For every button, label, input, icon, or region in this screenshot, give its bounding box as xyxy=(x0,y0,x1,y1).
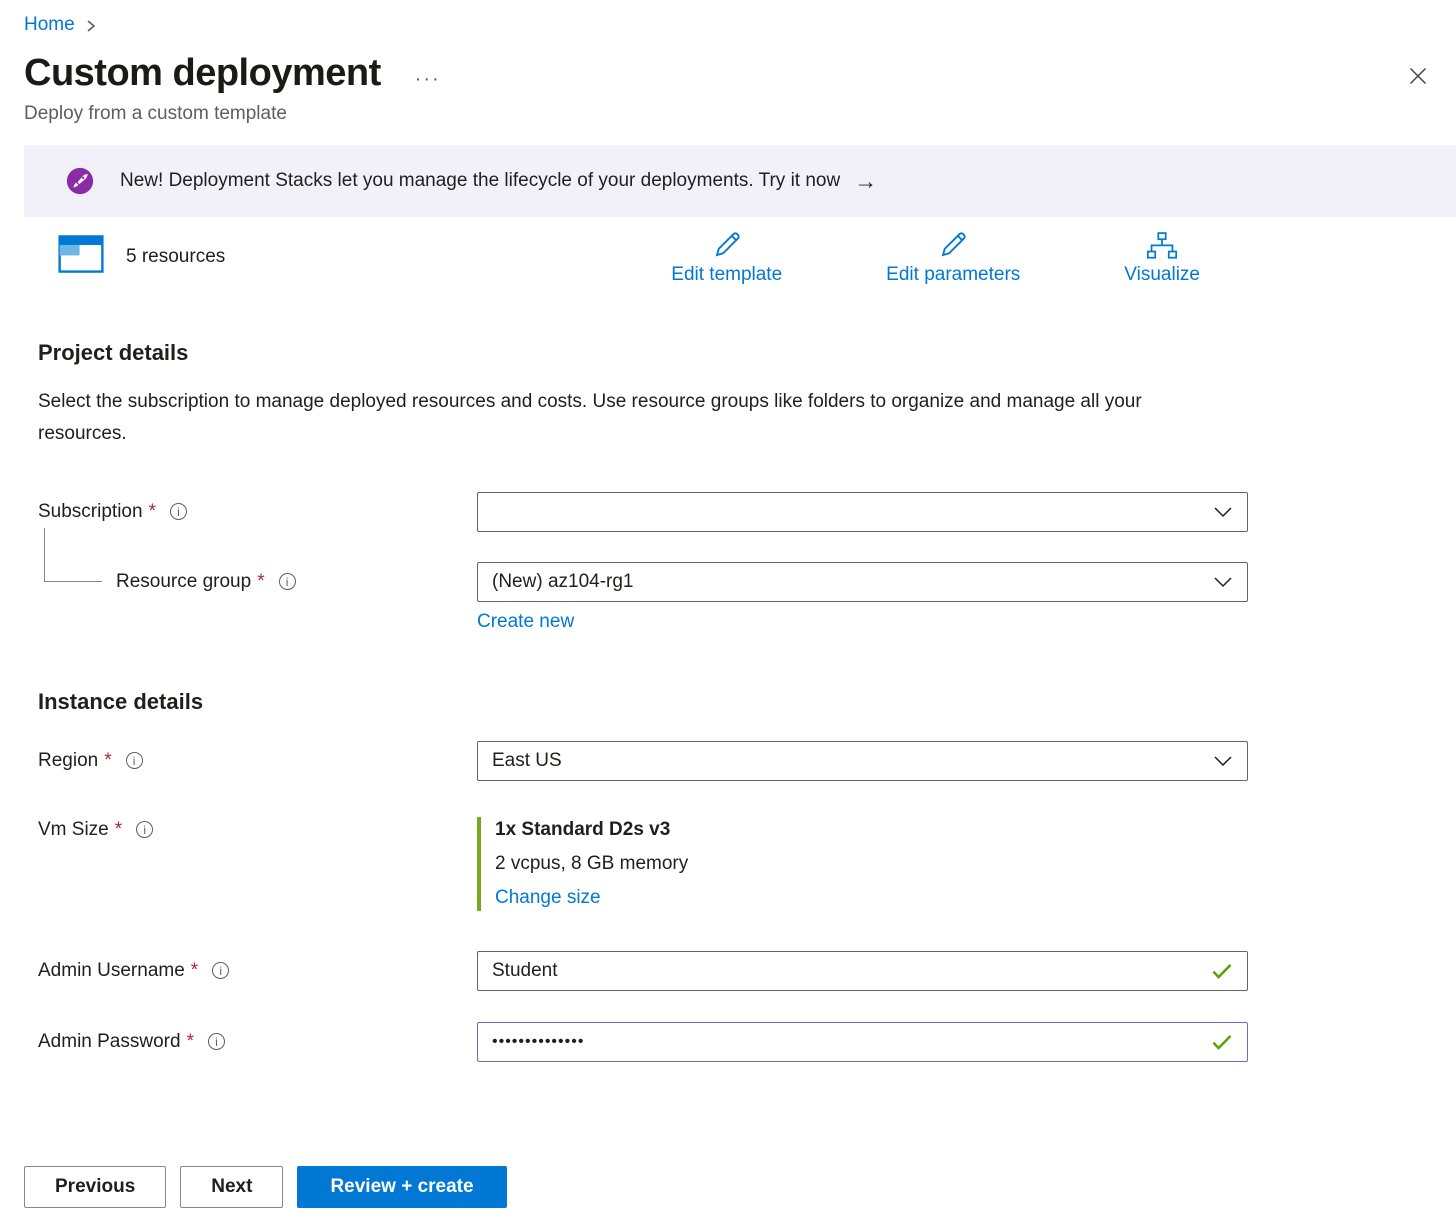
info-icon[interactable]: i xyxy=(208,1033,225,1050)
admin-username-row: Admin Username * i Student xyxy=(38,951,1432,991)
vm-size-summary: 1x Standard D2s v3 2 vcpus, 8 GB memory … xyxy=(477,817,1248,911)
required-asterisk: * xyxy=(115,819,122,841)
breadcrumb-home-link[interactable]: Home xyxy=(24,14,75,36)
vm-size-specs: 2 vcpus, 8 GB memory xyxy=(495,853,1248,875)
vm-size-label: Vm Size xyxy=(38,819,109,841)
required-asterisk: * xyxy=(257,571,264,593)
edit-template-link[interactable]: Edit template xyxy=(671,227,782,286)
chevron-down-icon xyxy=(1213,505,1233,519)
admin-password-row: Admin Password * i •••••••••••••• xyxy=(38,1022,1432,1062)
admin-password-input[interactable]: •••••••••••••• xyxy=(477,1022,1248,1062)
admin-username-input[interactable]: Student xyxy=(477,951,1248,991)
custom-deployment-page: Home Custom deployment ··· Deploy from a… xyxy=(0,0,1456,1219)
template-icon xyxy=(58,235,104,279)
chevron-down-icon xyxy=(1213,754,1233,768)
info-icon[interactable]: i xyxy=(126,752,143,769)
deployment-form: Project details Select the subscription … xyxy=(0,340,1456,1062)
pencil-icon xyxy=(937,227,969,261)
wizard-footer: Previous Next Review + create xyxy=(24,1166,507,1208)
resource-group-label: Resource group xyxy=(116,571,251,593)
edit-parameters-label: Edit parameters xyxy=(886,264,1020,286)
previous-button[interactable]: Previous xyxy=(24,1166,166,1208)
close-icon[interactable] xyxy=(1404,62,1432,93)
visualize-label: Visualize xyxy=(1124,264,1200,286)
tree-connector xyxy=(44,528,102,582)
resource-group-label-group: Resource group * i xyxy=(38,571,477,593)
breadcrumb-chevron-icon xyxy=(85,19,97,33)
resource-group-value: (New) az104-rg1 xyxy=(492,571,634,593)
review-create-button[interactable]: Review + create xyxy=(297,1166,506,1208)
template-actions: Edit template Edit parameters Vis xyxy=(671,227,1200,286)
admin-password-label: Admin Password xyxy=(38,1031,181,1053)
section-instance-details: Instance details xyxy=(38,689,1432,715)
valid-check-icon xyxy=(1211,1033,1233,1051)
vm-size-title: 1x Standard D2s v3 xyxy=(495,819,1248,841)
resource-group-select[interactable]: (New) az104-rg1 xyxy=(477,562,1248,602)
change-size-link[interactable]: Change size xyxy=(495,887,601,909)
visualize-link[interactable]: Visualize xyxy=(1124,227,1200,286)
edit-parameters-link[interactable]: Edit parameters xyxy=(886,227,1020,286)
create-new-line: Create new xyxy=(477,611,1432,633)
region-label-group: Region * i xyxy=(38,750,477,772)
region-label: Region xyxy=(38,750,98,772)
section-project-details: Project details xyxy=(38,340,1432,366)
create-new-link[interactable]: Create new xyxy=(477,611,574,632)
required-asterisk: * xyxy=(149,501,156,523)
page-header: Home Custom deployment ··· Deploy from a… xyxy=(0,0,1456,125)
next-button[interactable]: Next xyxy=(180,1166,283,1208)
title-row: Custom deployment ··· xyxy=(24,52,1432,95)
subscription-row: Subscription * i xyxy=(38,492,1432,532)
admin-password-label-group: Admin Password * i xyxy=(38,1031,477,1053)
info-icon[interactable]: i xyxy=(279,573,296,590)
breadcrumb: Home xyxy=(24,14,1432,36)
region-select[interactable]: East US xyxy=(477,741,1248,781)
required-asterisk: * xyxy=(104,750,111,772)
required-asterisk: * xyxy=(191,960,198,982)
template-summary-row: 5 resources Edit template Edit parameter… xyxy=(24,227,1432,286)
vm-size-label-group: Vm Size * i xyxy=(38,817,477,841)
project-details-description: Select the subscription to manage deploy… xyxy=(38,386,1188,450)
admin-password-value: •••••••••••••• xyxy=(492,1033,584,1051)
subscription-select[interactable] xyxy=(477,492,1248,532)
page-title: Custom deployment xyxy=(24,52,381,95)
arrow-right-icon: → xyxy=(854,168,877,195)
template-info: 5 resources xyxy=(58,227,225,279)
more-menu-button[interactable]: ··· xyxy=(415,56,441,91)
vm-size-row: Vm Size * i 1x Standard D2s v3 2 vcpus, … xyxy=(38,817,1432,911)
region-row: Region * i East US xyxy=(38,741,1432,781)
subscription-label: Subscription xyxy=(38,501,143,523)
deployment-stacks-banner[interactable]: New! Deployment Stacks let you manage th… xyxy=(24,145,1456,217)
admin-username-label: Admin Username xyxy=(38,960,185,982)
required-asterisk: * xyxy=(187,1031,194,1053)
banner-text: New! Deployment Stacks let you manage th… xyxy=(120,170,840,192)
page-subtitle: Deploy from a custom template xyxy=(24,103,1432,125)
rocket-icon xyxy=(66,167,94,195)
info-icon[interactable]: i xyxy=(212,962,229,979)
resource-group-row: Resource group * i (New) az104-rg1 xyxy=(38,562,1432,602)
admin-username-label-group: Admin Username * i xyxy=(38,960,477,982)
valid-check-icon xyxy=(1211,962,1233,980)
edit-template-label: Edit template xyxy=(671,264,782,286)
chevron-down-icon xyxy=(1213,575,1233,589)
resources-count: 5 resources xyxy=(126,246,225,268)
subscription-label-group: Subscription * i xyxy=(38,501,477,523)
pencil-icon xyxy=(711,227,743,261)
info-icon[interactable]: i xyxy=(170,503,187,520)
info-icon[interactable]: i xyxy=(136,821,153,838)
region-value: East US xyxy=(492,750,562,772)
admin-username-value: Student xyxy=(492,960,558,982)
visualize-icon xyxy=(1146,227,1178,261)
